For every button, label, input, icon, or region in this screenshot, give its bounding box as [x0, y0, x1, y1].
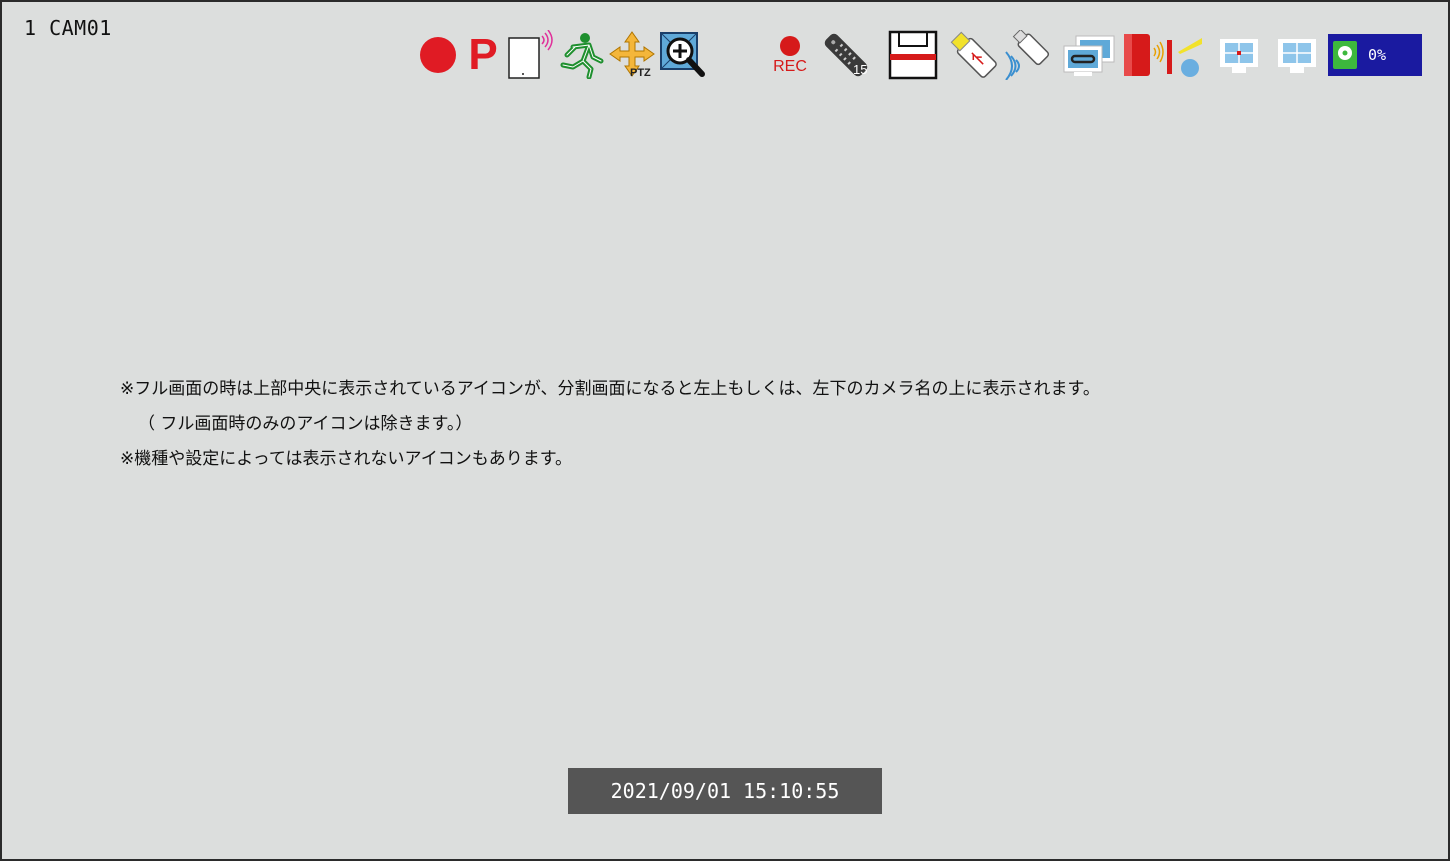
preset-p-icon: P — [468, 30, 498, 79]
rec-indicator: REC — [770, 30, 810, 80]
hdd-icon — [1333, 41, 1357, 69]
zoom-icon — [658, 30, 708, 80]
remote-control-icon — [818, 30, 878, 80]
alarm-lamp-icon — [1118, 30, 1166, 80]
quad-view-icon — [1274, 30, 1320, 80]
record-icon — [416, 30, 460, 80]
network-connection-icon — [1062, 30, 1118, 80]
camera-name-label: 1 CAM01 — [24, 16, 112, 40]
wireless-adapter-icon — [1002, 30, 1058, 80]
remote-number: 15 — [853, 62, 868, 77]
alarm-input-icon — [1164, 30, 1208, 80]
notice-line-3: ※機種や設定によっては表示されないアイコンもあります。 — [120, 449, 572, 469]
backup-media-icon — [884, 30, 942, 80]
notice-line-1: ※フル画面の時は上部中央に表示されているアイコンが、分割画面になると左上もしくは… — [120, 379, 1100, 399]
sensor-icon — [506, 30, 556, 80]
hdd-usage-percent: 0% — [1368, 46, 1387, 64]
ptz-icon: PTZ — [608, 30, 656, 80]
timestamp: 2021/09/01 15:10:55 — [568, 768, 882, 814]
notice-text: ※フル画面の時は上部中央に表示されているアイコンが、分割画面になると左上もしくは… — [120, 372, 1100, 477]
usb-icon — [946, 30, 1002, 80]
svg-text:PTZ: PTZ — [630, 67, 651, 79]
notice-line-2: （ フル画面時のみのアイコンは除きます。） — [138, 414, 473, 434]
rec-label: REC — [773, 58, 807, 75]
hdd-usage-indicator: 0% — [1328, 34, 1422, 76]
camera-view-screen: 1 CAM01 P PTZ REC 15 0% ※フル画面の時は上部中央に表示さ… — [0, 0, 1450, 861]
split-screen-icon — [1216, 30, 1262, 80]
motion-detection-icon — [558, 30, 606, 80]
